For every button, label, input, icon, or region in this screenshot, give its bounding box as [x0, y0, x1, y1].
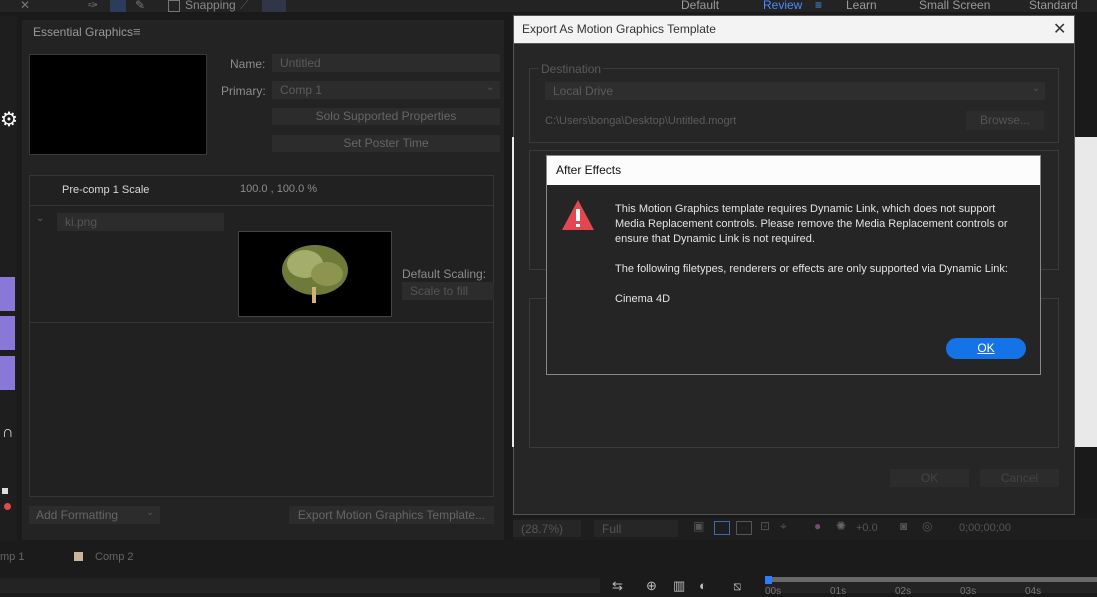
layer-bar[interactable] — [0, 277, 15, 311]
workspace-bar: ✕ ✑ ✎ Snapping ⟋ Default Review ≡ Learn … — [0, 0, 1097, 12]
set-poster-time-button[interactable]: Set Poster Time — [272, 135, 500, 152]
workspace-small-screen[interactable]: Small Screen — [919, 0, 990, 12]
exposure-icon[interactable]: ✺ — [836, 519, 846, 533]
snapshot-icon[interactable]: ◎ — [922, 519, 932, 533]
divider — [30, 322, 493, 323]
workspace-default[interactable]: Default — [681, 0, 719, 12]
tab-comp-1[interactable]: mp 1 — [0, 551, 24, 563]
alert-message-line: Cinema 4D — [615, 293, 671, 305]
export-mogrt-button[interactable]: Export Motion Graphics Template... — [289, 506, 494, 524]
square-icon[interactable] — [2, 488, 8, 494]
record-icon[interactable] — [4, 503, 11, 510]
export-ok-button[interactable]: OK — [890, 469, 969, 487]
puppet-tool-icon[interactable] — [110, 0, 126, 12]
alert-title: After Effects — [556, 163, 622, 177]
motion-blur-icon[interactable]: ◐ — [699, 578, 707, 593]
zoom-dropdown[interactable]: (28.7%) — [513, 520, 581, 537]
destination-label: Destination — [539, 62, 604, 76]
menu-icon[interactable]: ≡ — [815, 0, 822, 12]
tree-image — [282, 245, 348, 303]
chevron-down-icon: ⌄ — [146, 507, 155, 518]
exposure-value[interactable]: +0.0 — [856, 522, 878, 534]
graph-editor-icon[interactable]: ⧅ — [733, 578, 741, 594]
comp-color-swatch — [74, 552, 83, 561]
alert-message-line: This Motion Graphics template requires D… — [615, 203, 1008, 245]
property-value[interactable]: 100.0 , 100.0 % — [240, 183, 317, 195]
chevron-down-icon[interactable]: ⌄ — [36, 213, 44, 224]
camera-icon[interactable]: ◙ — [900, 519, 907, 533]
alert-message-line: The following filetypes, renderers or ef… — [615, 263, 1008, 275]
default-scaling-dropdown[interactable]: Scale to fill — [402, 282, 494, 300]
snap-icon[interactable]: ⟋ — [240, 0, 248, 13]
chevron-down-icon: ⌄ — [486, 82, 495, 93]
browse-button[interactable]: Browse... — [966, 111, 1044, 130]
warning-icon — [561, 199, 595, 234]
export-cancel-button[interactable]: Cancel — [980, 469, 1059, 487]
time-tick: 03s — [960, 586, 977, 597]
property-label: Pre-comp 1 Scale — [62, 184, 150, 196]
snapping-checkbox[interactable] — [168, 0, 180, 12]
default-scaling-label: Default Scaling: — [402, 267, 487, 281]
timeline-tool-icon[interactable]: ⇆ — [612, 578, 623, 594]
resolution-dropdown[interactable]: Full — [594, 520, 678, 537]
time-tick: 00s — [765, 586, 782, 597]
name-label: Name: — [230, 57, 266, 71]
gear-icon[interactable]: ⚙ — [0, 110, 18, 130]
time-tick: 02s — [895, 586, 912, 597]
export-dialog-title: Export As Motion Graphics Template — [522, 22, 716, 36]
expand-icon[interactable] — [262, 0, 286, 12]
close-icon[interactable]: ✕ — [20, 0, 30, 12]
frame-blend-icon[interactable]: ▥ — [673, 578, 685, 594]
add-formatting-dropdown[interactable]: Add Formatting — [29, 506, 160, 524]
timeline-header — [0, 578, 600, 593]
transparency-grid-icon[interactable] — [714, 521, 730, 535]
work-area-bar[interactable] — [767, 577, 1097, 582]
layer-bar[interactable] — [0, 356, 15, 390]
comp-viewer-edge — [512, 137, 514, 447]
destination-path: C:\Users\bonga\Desktop\Untitled.mogrt — [545, 115, 737, 127]
snapping-label: Snapping — [185, 0, 236, 12]
primary-dropdown[interactable]: Comp 1 — [272, 81, 500, 99]
solo-supported-button[interactable]: Solo Supported Properties — [272, 108, 500, 125]
media-thumbnail[interactable] — [238, 231, 392, 317]
channel-icon[interactable]: ● — [814, 519, 821, 533]
curve-icon[interactable]: ∩ — [2, 424, 14, 442]
3d-view-icon[interactable]: ⌖ — [780, 519, 787, 534]
alert-ok-button[interactable]: OK — [946, 338, 1026, 359]
destination-group — [529, 68, 1059, 143]
workspace-learn[interactable]: Learn — [846, 0, 877, 12]
layer-bar[interactable] — [0, 316, 15, 350]
time-tick: 04s — [1025, 586, 1042, 597]
primary-label: Primary: — [221, 84, 266, 98]
mask-icon[interactable] — [736, 521, 752, 535]
workspace-review[interactable]: Review — [763, 0, 802, 12]
globe-icon[interactable]: ⊕ — [646, 578, 657, 594]
pen-tool-icon[interactable]: ✑ — [88, 0, 98, 12]
name-field[interactable]: Untitled — [272, 54, 500, 72]
workspace-standard[interactable]: Standard — [1029, 0, 1078, 12]
pin-tool-icon[interactable]: ✎ — [135, 0, 145, 12]
destination-dropdown[interactable]: Local Drive — [545, 82, 1045, 100]
time-tick: 01s — [830, 586, 847, 597]
comp-viewer-edge — [1075, 137, 1097, 447]
tab-comp-2[interactable]: Comp 2 — [95, 551, 134, 563]
region-icon[interactable]: ▣ — [693, 519, 704, 533]
chevron-down-icon: ⌄ — [1032, 83, 1041, 94]
panel-title: Essential Graphics — [33, 25, 134, 39]
close-icon[interactable]: ✕ — [1053, 19, 1066, 39]
panel-menu-icon[interactable]: ≡ — [133, 24, 141, 39]
playhead[interactable] — [765, 576, 772, 584]
timecode[interactable]: 0;00;00;00 — [959, 522, 1011, 534]
alert-message: This Motion Graphics template requires D… — [615, 202, 1020, 307]
media-name-field[interactable]: ki.png — [57, 213, 224, 231]
comp-preview — [29, 54, 207, 155]
guides-icon[interactable]: ⊡ — [760, 519, 770, 533]
